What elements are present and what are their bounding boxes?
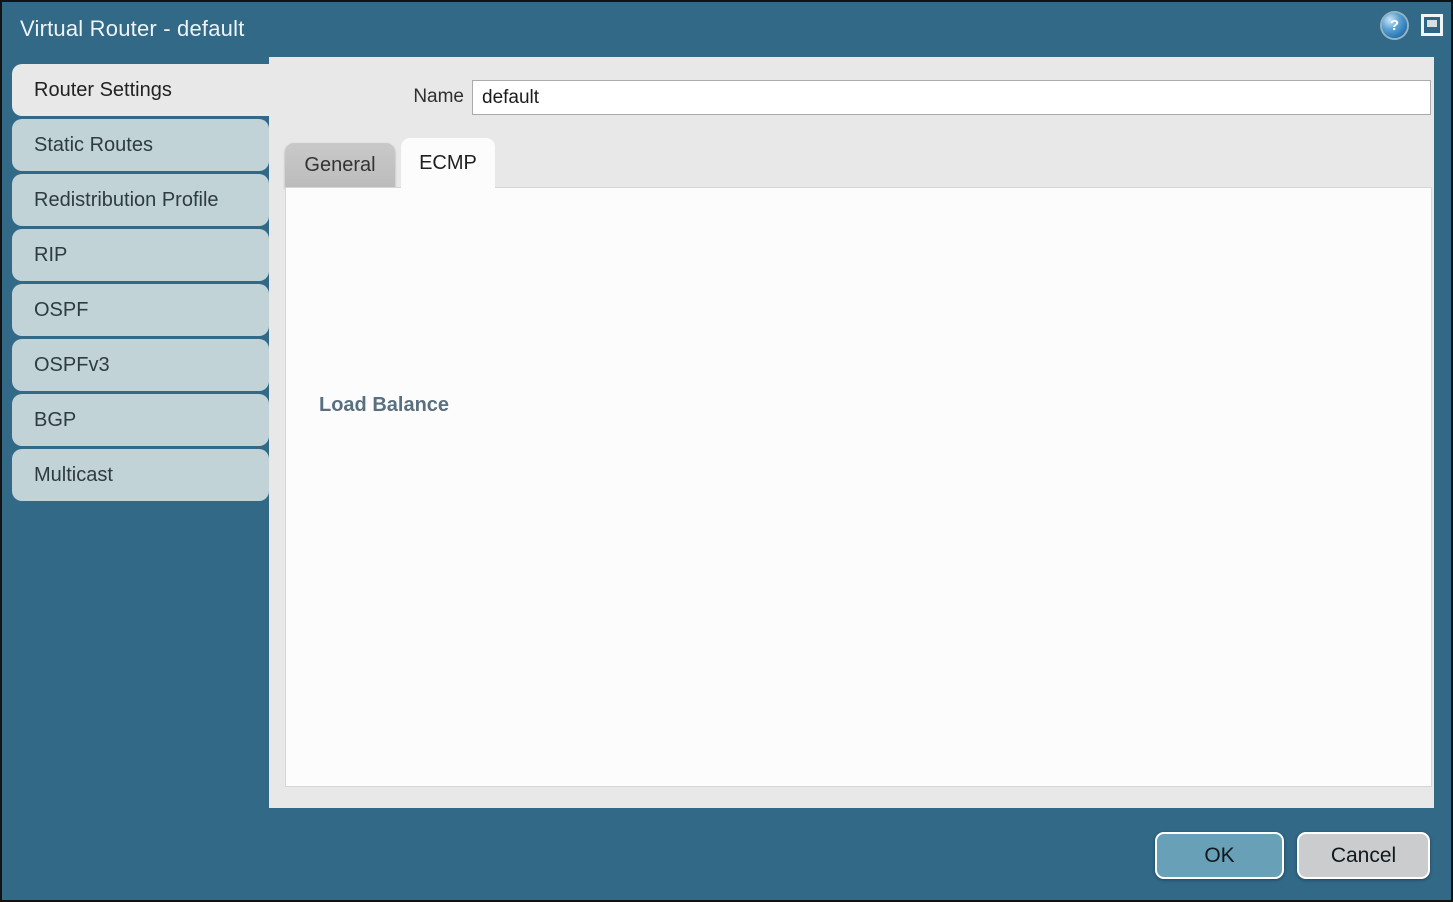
help-icon[interactable]: ? [1382,13,1407,38]
load-balance-legend: Load Balance [312,394,456,417]
window-restore-icon[interactable] [1421,14,1443,36]
sidebar-item-router-settings[interactable]: Router Settings [12,64,274,116]
sidebar-item-multicast[interactable]: Multicast [12,449,269,501]
sidebar-item-rip[interactable]: RIP [12,229,269,281]
name-input[interactable] [472,80,1431,115]
sidebar-item-ospfv3[interactable]: OSPFv3 [12,339,269,391]
name-label: Name [384,86,464,108]
ok-button[interactable]: OK [1155,832,1284,879]
virtual-router-dialog: Virtual Router - default ? Router Settin… [0,0,1453,902]
titlebar: Virtual Router - default ? [2,2,1451,57]
sidebar: Router Settings Static Routes Redistribu… [12,64,269,501]
sidebar-item-redistribution-profile[interactable]: Redistribution Profile [12,174,269,226]
cancel-button[interactable]: Cancel [1297,832,1430,879]
sidebar-item-ospf[interactable]: OSPF [12,284,269,336]
tab-general[interactable]: General [285,143,395,188]
sidebar-item-bgp[interactable]: BGP [12,394,269,446]
dialog-title: Virtual Router - default [20,16,245,42]
window-restore-icon-inner [1427,20,1437,27]
ecmp-tab-content [285,187,1432,787]
tab-ecmp[interactable]: ECMP [401,138,495,189]
sidebar-item-static-routes[interactable]: Static Routes [12,119,269,171]
